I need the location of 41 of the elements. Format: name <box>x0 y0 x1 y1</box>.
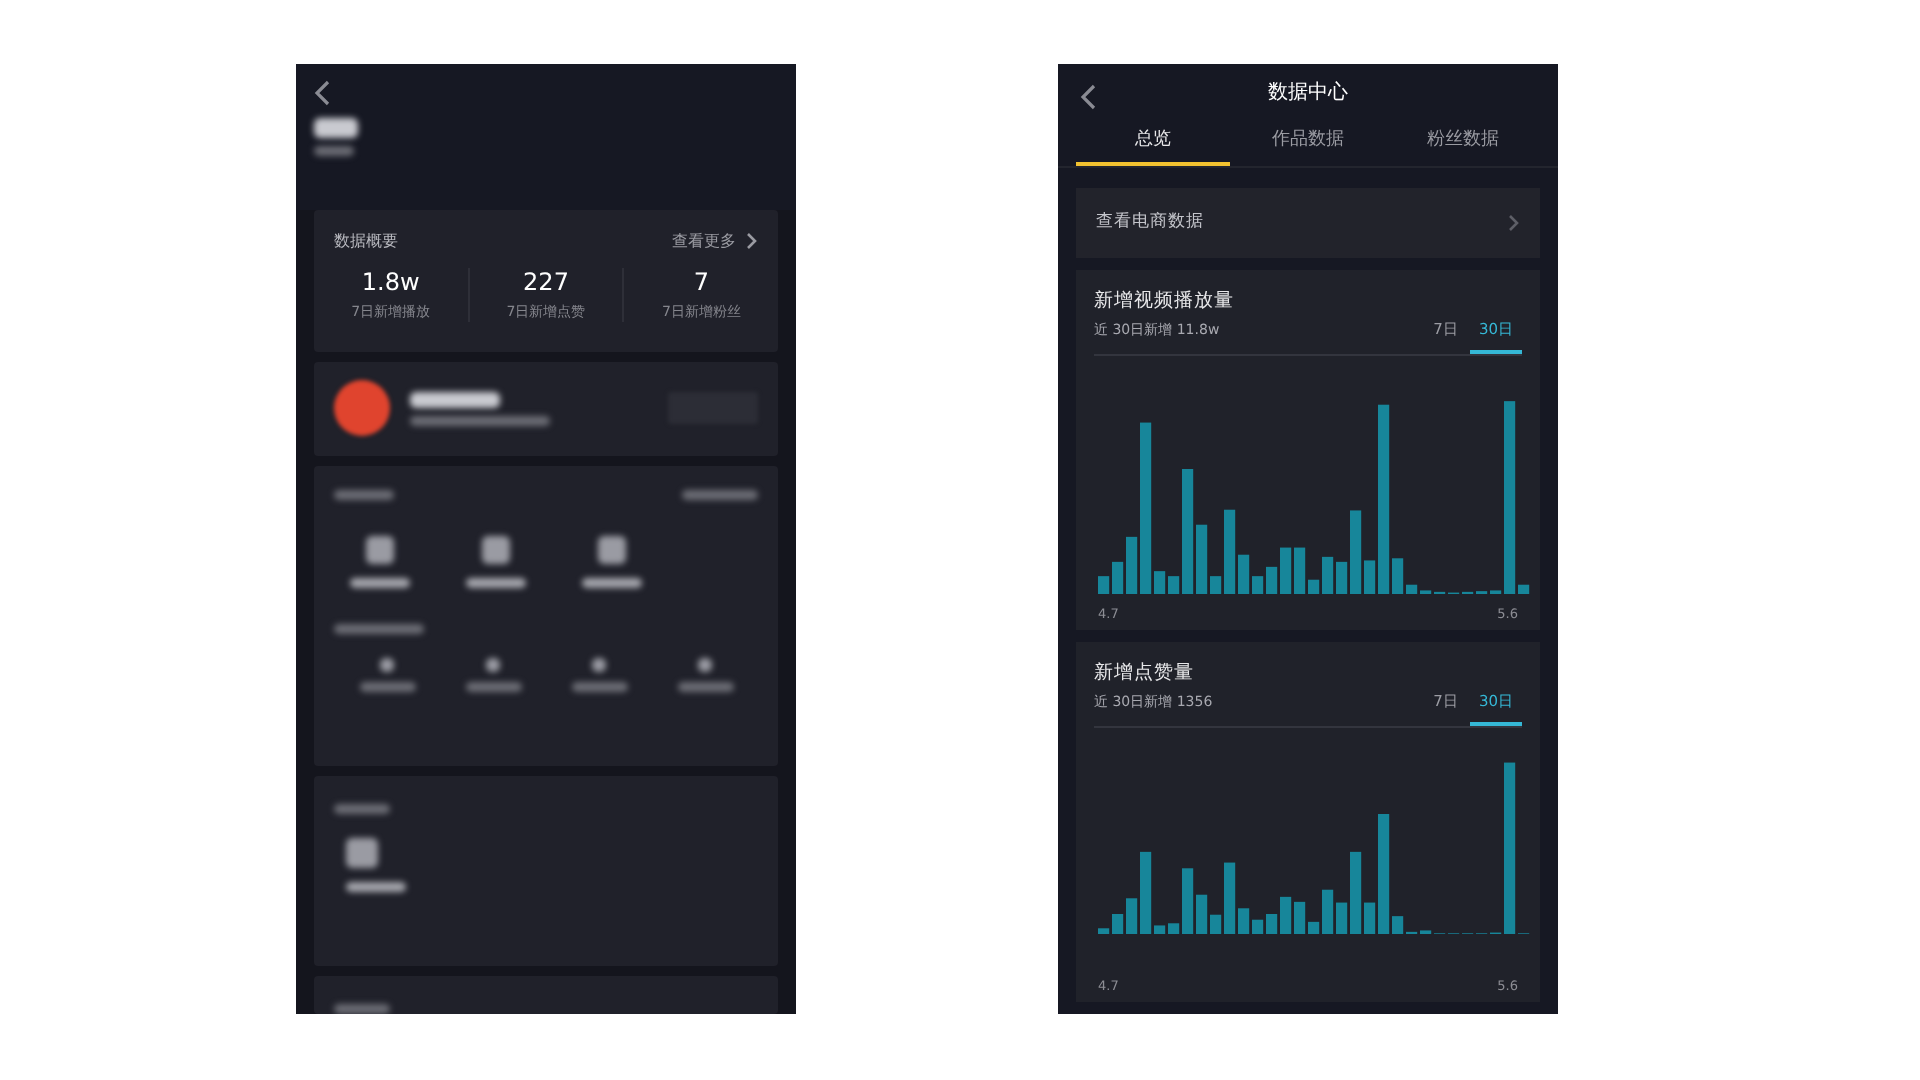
blurred-number <box>698 657 712 672</box>
blurred-label <box>677 681 733 692</box>
blurred-number <box>380 657 394 672</box>
card-title: 新增点赞量 <box>1094 660 1196 687</box>
blurred-number <box>592 657 606 672</box>
blurred-label <box>571 681 627 692</box>
card-title: 新增视频播放量 <box>1094 288 1236 315</box>
section-title: 数据概要 <box>334 230 398 253</box>
blurred-icon <box>346 837 378 867</box>
stat-value: 227 <box>523 268 569 297</box>
blurred-heading <box>334 1004 390 1014</box>
tab[interactable]: 粉丝数据 <box>1385 119 1540 166</box>
blurred-icon <box>366 535 394 564</box>
blurred-heading <box>334 803 390 813</box>
blurred-subtitle <box>314 146 354 156</box>
stat-value: 1.8w <box>361 268 420 297</box>
chevron-right-icon <box>1508 213 1520 232</box>
blurred-heading <box>334 489 394 500</box>
blurred-heading <box>334 623 424 634</box>
avatar-circle <box>334 380 390 437</box>
blurred-label <box>582 577 642 588</box>
blurred-label <box>466 577 526 588</box>
stat-value: 7 <box>693 268 709 297</box>
back-icon[interactable] <box>1080 84 1096 110</box>
blurred-title <box>410 391 500 408</box>
blurred-label <box>350 577 410 588</box>
blurred-subtitle <box>410 415 550 426</box>
back-icon[interactable] <box>314 80 330 106</box>
chevron-right-icon <box>746 232 758 251</box>
blurred-label <box>346 881 406 891</box>
ecommerce-data-link[interactable]: 查看电商数据 <box>1076 187 1540 259</box>
tab[interactable]: 作品数据 <box>1230 119 1386 166</box>
blurred-icon <box>598 535 626 564</box>
blurred-label <box>359 681 415 692</box>
tab[interactable]: 总览 <box>1076 119 1231 166</box>
blurred-name <box>314 118 358 138</box>
blurred-icon <box>482 535 510 564</box>
page-title: 数据中心 <box>1268 79 1348 106</box>
see-more-link[interactable]: 查看更多 <box>672 230 758 253</box>
blurred-label <box>465 681 521 692</box>
blurred-number <box>486 657 500 672</box>
